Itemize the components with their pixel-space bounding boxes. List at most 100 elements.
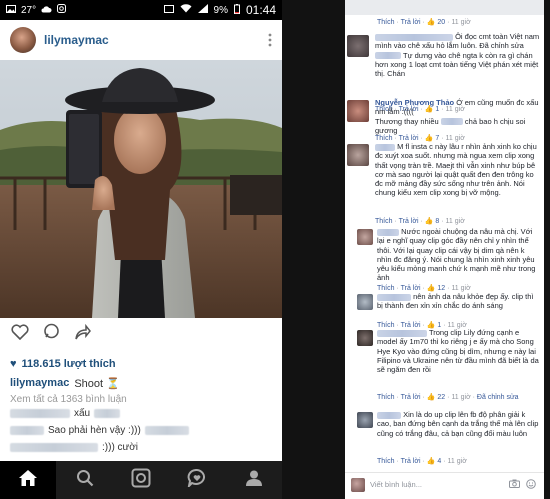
- comment-row: Sao phải hèn vậy :))): [10, 425, 189, 436]
- like-count[interactable]: 👍 7: [425, 135, 440, 142]
- comment-text: Xin là do up clip lên fb độ phân giải k …: [377, 410, 539, 438]
- comment-text: M fl insta c này lâu r nhìn ảnh xinh ko …: [375, 142, 537, 198]
- like-link[interactable]: Thích: [377, 285, 395, 292]
- cloud-icon: [41, 5, 52, 16]
- reply-link[interactable]: Trả lời: [401, 285, 421, 292]
- blurred-name: [377, 293, 411, 301]
- comment-row: xấu: [10, 408, 121, 419]
- reply-link[interactable]: Trả lời: [399, 135, 419, 142]
- comment-body: Nguyễn Phương Thảo Ớ em cũng muốn đc xấu…: [375, 98, 540, 135]
- bottom-navigation: [0, 461, 282, 499]
- comment-icon[interactable]: [43, 323, 60, 345]
- comment-meta: Thích · Trả lời · 👍 22 · 11 giờ · Đã chỉ…: [377, 394, 519, 401]
- like-link[interactable]: Thích: [377, 394, 395, 401]
- emoji-icon[interactable]: [526, 478, 536, 491]
- write-comment-input[interactable]: Viết bình luận...: [370, 480, 422, 489]
- like-count[interactable]: 👍 20: [427, 19, 445, 26]
- heart-icon[interactable]: [11, 323, 29, 345]
- like-count[interactable]: 👍 22: [427, 394, 445, 401]
- commenter-name[interactable]: Nguyễn Phương Thảo: [375, 98, 454, 107]
- timestamp: 11 giờ: [445, 218, 465, 225]
- comment-text: Sao phải hèn vậy :))): [48, 425, 141, 436]
- like-link[interactable]: Thích: [375, 218, 393, 225]
- commenter-avatar[interactable]: [357, 412, 373, 428]
- view-all-comments-link[interactable]: Xem tất cả 1363 bình luận: [10, 394, 127, 405]
- comment-text: xấu: [74, 408, 91, 419]
- blurred-name: [377, 329, 427, 337]
- blurred-username: [10, 426, 44, 435]
- instagram-phone-screen: 27° 9% 01:44 lilymaymac ♥ 118.615 lượt t…: [0, 0, 282, 499]
- share-icon[interactable]: [74, 323, 91, 345]
- blurred-name: [375, 33, 453, 41]
- timestamp: 11 giờ: [451, 19, 471, 26]
- screenshot-collage: 27° 9% 01:44 lilymaymac ♥ 118.615 lượt t…: [0, 0, 550, 499]
- commenter-avatar[interactable]: [347, 100, 369, 122]
- profile-icon: [245, 469, 263, 492]
- comment-meta: Thích · Trả lời · 👍 4 · 11 giờ: [377, 458, 467, 465]
- timestamp: 11 giờ: [451, 394, 471, 401]
- instagram-notification-icon: [57, 4, 67, 16]
- like-count[interactable]: 👍 4: [427, 458, 442, 465]
- like-count[interactable]: 👍 8: [425, 218, 440, 225]
- blurred-mention: [440, 118, 463, 126]
- nav-home[interactable]: [0, 461, 57, 499]
- commenter-avatar[interactable]: [357, 229, 373, 245]
- comment-body: Xin là do up clip lên fb độ phân giải k …: [377, 410, 539, 438]
- commenter-avatar[interactable]: [347, 144, 369, 166]
- nav-search[interactable]: [56, 461, 112, 499]
- like-link[interactable]: Thích: [375, 135, 393, 142]
- more-options-icon[interactable]: [268, 33, 272, 48]
- like-link[interactable]: Thích: [377, 458, 395, 465]
- caption-username[interactable]: lilymaymac: [10, 377, 69, 390]
- timestamp: 11 giờ: [445, 135, 465, 142]
- nav-activity[interactable]: [169, 461, 225, 499]
- reply-link[interactable]: Trả lời: [401, 394, 421, 401]
- comment-meta: Thích · Trả lời · 👍 7 · 11 giờ: [375, 135, 465, 142]
- post-actions: [0, 318, 282, 350]
- likes-heart-icon: ♥: [10, 358, 17, 370]
- clock: 01:44: [245, 3, 276, 17]
- nav-profile[interactable]: [226, 461, 282, 499]
- reply-link[interactable]: Trả lời: [401, 19, 421, 26]
- post-photo[interactable]: [0, 60, 282, 318]
- avatar[interactable]: [10, 27, 36, 53]
- comment-text: :))) cười: [102, 442, 139, 453]
- comment-body: Ôi đọc cmt toàn Việt nam mình vào chê xấ…: [375, 32, 540, 78]
- search-icon: [76, 469, 94, 492]
- battery-icon: [233, 3, 240, 17]
- home-icon: [18, 469, 38, 492]
- wifi-icon: [180, 4, 192, 16]
- blurred-name: [375, 143, 395, 151]
- blurred-text: [144, 426, 189, 435]
- post-username[interactable]: lilymaymac: [44, 33, 109, 47]
- camera-icon: [131, 468, 151, 493]
- photo-icon: [6, 4, 16, 16]
- commenter-avatar[interactable]: [357, 294, 373, 310]
- reply-link[interactable]: Trả lời: [401, 458, 421, 465]
- caption-text: Shoot ⏳: [74, 378, 120, 390]
- timestamp: 11 giờ: [451, 285, 471, 292]
- blurred-name: [377, 228, 399, 236]
- nav-camera[interactable]: [113, 461, 169, 499]
- likes-text: 118.615 lượt thích: [21, 358, 116, 370]
- like-count[interactable]: 👍 12: [427, 285, 445, 292]
- comment-body: Nước ngoài chuộng da nâu mà chị. Với lại…: [377, 227, 539, 283]
- edited-link[interactable]: Đã chỉnh sửa: [477, 394, 519, 401]
- comment-meta: Thích · Trả lời · 👍 20 · 11 giờ: [377, 19, 471, 26]
- comment-body: M fl insta c này lâu r nhìn ảnh xinh ko …: [375, 142, 540, 198]
- likes-count[interactable]: ♥ 118.615 lượt thích: [10, 358, 116, 370]
- camera-icon[interactable]: [509, 479, 520, 491]
- facebook-comments-panel: Thích · Trả lời · 👍 20 · 11 giờ Ôi đọc c…: [345, 0, 544, 499]
- comment-row: :))) cười: [10, 442, 138, 453]
- reply-link[interactable]: Trả lời: [399, 218, 419, 225]
- commenter-avatar[interactable]: [357, 330, 373, 346]
- like-link[interactable]: Thích: [377, 19, 395, 26]
- blurred-name: [377, 411, 401, 419]
- commenter-avatar[interactable]: [347, 35, 369, 57]
- timestamp: 11 giờ: [447, 458, 467, 465]
- comment-text: Nước ngoài chuộng da nâu mà chị. Với lại…: [377, 227, 536, 283]
- comment-body: Trong clip Lily đứng cạnh e model ấy 1m7…: [377, 328, 539, 374]
- comment-tools: [509, 478, 544, 491]
- status-bar: 27° 9% 01:44: [0, 0, 282, 20]
- blurred-username: [10, 443, 98, 452]
